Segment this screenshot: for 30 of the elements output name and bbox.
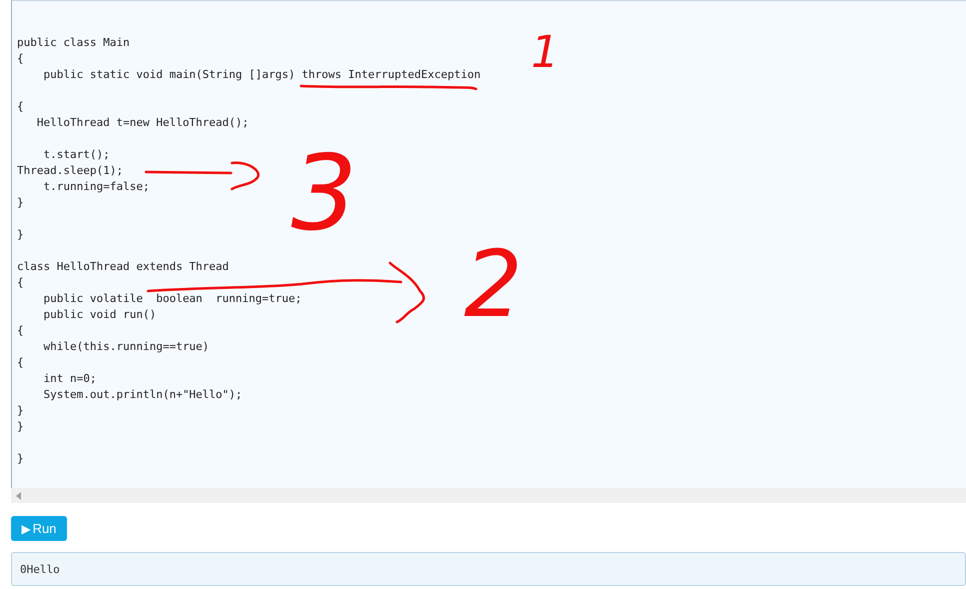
scrollbar[interactable] — [11, 488, 966, 503]
code-line: { — [17, 355, 24, 371]
code-line: class HelloThread extends Thread — [17, 259, 229, 275]
code-line: } — [17, 419, 24, 435]
code-line: public void run() — [42, 307, 156, 323]
code-line: while(this.running==true) — [42, 339, 210, 355]
code-line: Thread.sleep(1); — [17, 163, 123, 179]
code-line: public class Main — [17, 35, 130, 51]
code-line: int n=0; — [42, 371, 96, 387]
code-editor[interactable] — [11, 0, 966, 488]
code-line: { — [17, 323, 24, 339]
code-line: { — [17, 51, 24, 67]
run-button[interactable]: ▶Run — [11, 516, 67, 541]
code-line: } — [17, 403, 24, 419]
handwritten-number: 1 — [531, 31, 559, 75]
code-line: } — [17, 451, 24, 467]
scroll-left-icon[interactable] — [16, 492, 21, 500]
code-line: } — [17, 227, 24, 243]
code-line: } — [17, 195, 24, 211]
code-line: public volatile boolean running=true; — [42, 291, 302, 307]
code-line: { — [17, 275, 24, 291]
code-line: t.start(); — [42, 147, 110, 163]
handwritten-number: 3 — [291, 141, 358, 245]
code-line: HelloThread t=new HelloThread(); — [36, 115, 249, 131]
output-text: 0Hello — [20, 562, 60, 576]
code-line: public static void main(String []args) throws InterruptedException — [42, 67, 481, 83]
code-line: t.running=false; — [42, 179, 150, 195]
code-line: System.out.println(n+"Hello"); — [42, 387, 242, 403]
code-line: { — [17, 99, 24, 115]
handwritten-number: 2 — [464, 239, 523, 331]
